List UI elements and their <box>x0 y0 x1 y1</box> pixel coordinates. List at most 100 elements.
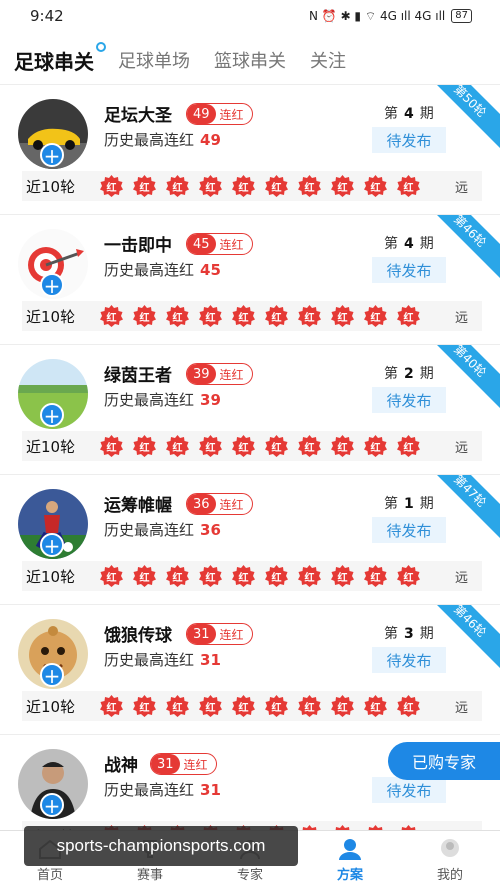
nav-label: 方案 <box>336 868 363 883</box>
user-icon <box>339 839 361 860</box>
follow-plus-icon[interactable]: + <box>40 143 64 167</box>
more-link[interactable]: 远 <box>455 567 468 586</box>
active-dot-icon <box>96 41 106 52</box>
nav-mine[interactable]: 我的 <box>400 831 500 889</box>
period-prefix: 第 <box>384 236 398 252</box>
pending-button[interactable]: 待发布 <box>372 647 446 673</box>
max-streak: 历史最高连红 31 <box>104 779 221 800</box>
nav-label: 赛事 <box>136 868 163 883</box>
result-stamp-icon: 红 <box>296 434 323 458</box>
expert-name: 饿狼传球 <box>104 626 172 646</box>
recent-label: 近10轮 <box>26 697 76 716</box>
recent-results-row: 近10轮 红 红 红 红 红 红 红 红 红 红 远 <box>22 431 482 461</box>
result-stamp-icon: 红 <box>131 434 158 458</box>
streak-badge: 45 连红 <box>186 233 253 255</box>
streak-number: 31 <box>187 624 216 644</box>
period-number: 3 <box>404 626 414 642</box>
result-text: 红 <box>106 702 117 714</box>
result-text: 红 <box>403 702 414 714</box>
expert-card[interactable]: + 饿狼传球 31 连红 历史最高连红 31 第 3 期待发布 第46轮 近10轮红红红红红红红红红… <box>0 604 500 734</box>
result-text: 红 <box>370 442 381 454</box>
result-text: 红 <box>370 702 381 714</box>
streak-badge: 39 连红 <box>186 363 253 385</box>
period-number: 1 <box>404 496 414 512</box>
max-streak-value: 31 <box>200 651 221 669</box>
result-text: 红 <box>238 312 249 324</box>
result-stamp-icon: 红 <box>131 564 158 588</box>
follow-plus-icon[interactable]: + <box>40 273 64 297</box>
result-stamp-icon: 红 <box>263 434 290 458</box>
result-text: 红 <box>337 442 348 454</box>
period-number: 4 <box>404 236 414 252</box>
result-text: 红 <box>337 572 348 584</box>
result-text: 红 <box>403 572 414 584</box>
result-stamp-icon: 红 <box>329 174 356 198</box>
result-stamp-icon: 红 <box>197 564 224 588</box>
more-link[interactable]: 远 <box>455 307 468 326</box>
result-text: 红 <box>205 312 216 324</box>
result-stamp-icon: 红 <box>164 564 191 588</box>
expert-name: 足坛大圣 <box>104 106 172 126</box>
recent-results-row: 近10轮 红 红 红 红 红 红 红 红 红 红 远 <box>22 561 482 591</box>
more-link[interactable]: 远 <box>455 697 468 716</box>
period-info: 第4期 <box>384 233 434 253</box>
recent-results-row: 近10轮 红 红 红 红 红 红 红 红 红 红 远 <box>22 171 482 201</box>
follow-plus-icon[interactable]: + <box>40 663 64 687</box>
pending-button[interactable]: 待发布 <box>372 517 446 543</box>
follow-plus-icon[interactable]: + <box>40 793 64 817</box>
result-text: 红 <box>304 702 315 714</box>
result-stamp-icon: 红 <box>98 174 125 198</box>
nav-label: 我的 <box>436 868 463 883</box>
result-text: 红 <box>304 572 315 584</box>
result-text: 红 <box>370 312 381 324</box>
more-link[interactable]: 远 <box>455 177 468 196</box>
expert-card[interactable]: + 一击即中 45 连红 历史最高连红 45 第 4 期待发布 第46轮 近10轮红红红红红红红红红… <box>0 214 500 344</box>
period-info: 第4期 <box>384 103 434 123</box>
results-list: 红红红红红红红红红红 <box>98 694 422 718</box>
tab-follow[interactable]: 关注 <box>310 47 346 73</box>
pending-button[interactable]: 待发布 <box>372 127 446 153</box>
max-streak-label: 历史最高连红 <box>104 781 195 799</box>
result-stamp-icon: 红 <box>263 694 290 718</box>
pending-button[interactable]: 待发布 <box>372 257 446 283</box>
result-stamp-icon: 红 <box>230 174 257 198</box>
max-streak-label: 历史最高连红 <box>104 131 195 149</box>
purchased-experts-button[interactable]: 已购专家 <box>388 742 500 780</box>
pending-button[interactable]: 待发布 <box>372 387 446 413</box>
streak-label: 连红 <box>219 237 244 252</box>
period-suffix: 期 <box>419 236 434 252</box>
result-stamp-icon: 红 <box>131 174 158 198</box>
result-stamp-icon: 红 <box>197 434 224 458</box>
result-text: 红 <box>139 572 150 584</box>
status-time: 9:42 <box>30 7 64 25</box>
result-stamp-icon: 红 <box>263 564 290 588</box>
nav-plans[interactable]: 方案 <box>300 831 400 889</box>
streak-badge: 31 连红 <box>186 623 253 645</box>
streak-badge: 31 连红 <box>150 753 217 775</box>
tab-basketball-parlay[interactable]: 篮球串关 <box>214 47 286 73</box>
pending-button[interactable]: 待发布 <box>372 777 446 803</box>
streak-number: 36 <box>187 494 216 514</box>
result-stamp-icon: 红 <box>263 174 290 198</box>
result-text: 红 <box>271 182 282 194</box>
follow-plus-icon[interactable]: + <box>40 533 64 557</box>
tab-football-parlay[interactable]: 足球串关 <box>14 41 106 75</box>
result-stamp-icon: 红 <box>395 174 422 198</box>
max-streak: 历史最高连红 36 <box>104 519 221 540</box>
expert-card[interactable]: + 运筹帷幄 36 连红 历史最高连红 36 第 1 期待发布 第47轮 近10轮红红红红红红红红红… <box>0 474 500 604</box>
result-text: 红 <box>304 442 315 454</box>
more-link[interactable]: 远 <box>455 437 468 456</box>
result-stamp-icon: 红 <box>230 694 257 718</box>
recent-label: 近10轮 <box>26 567 76 586</box>
tab-football-single[interactable]: 足球单场 <box>118 47 190 73</box>
result-text: 红 <box>106 442 117 454</box>
result-text: 红 <box>403 442 414 454</box>
follow-plus-icon[interactable]: + <box>40 403 64 427</box>
result-text: 红 <box>304 312 315 324</box>
period-number: 4 <box>404 106 414 122</box>
expert-card[interactable]: + 绿茵王者 39 连红 历史最高连红 39 第 2 期待发布 第40轮 近10轮红红红红红红红红红… <box>0 344 500 474</box>
result-stamp-icon: 红 <box>329 434 356 458</box>
expert-card[interactable]: + 足坛大圣 49 连红 历史最高连红 49 第 4 期待发布 第50轮 近10轮红红红红红红红红红… <box>0 84 500 214</box>
result-stamp-icon: 红 <box>296 694 323 718</box>
nav-label: 专家 <box>236 868 263 883</box>
